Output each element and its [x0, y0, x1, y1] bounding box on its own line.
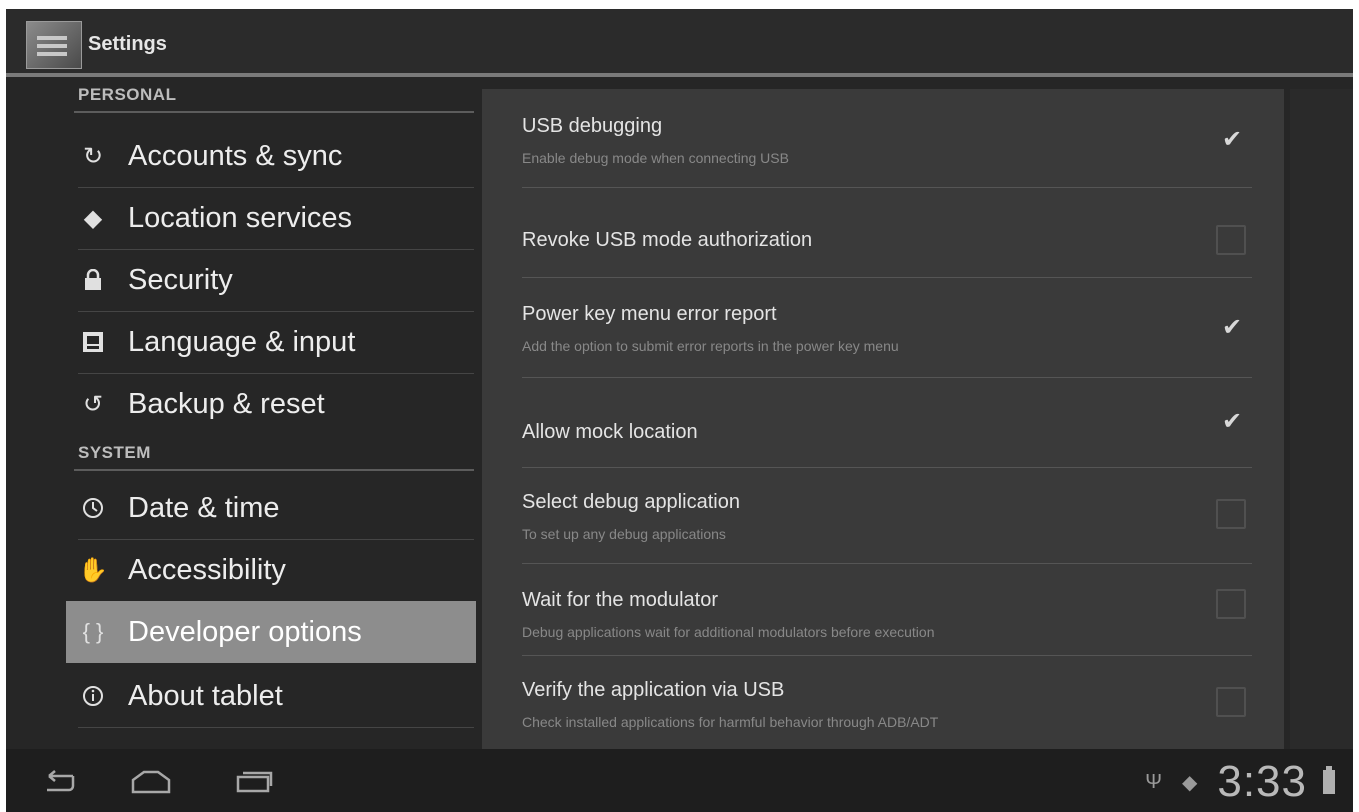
sidebar-item-accessibility[interactable]: ✋ Accessibility — [66, 539, 476, 601]
pref-usb-debugging[interactable]: USB debugging Enable debug mode when con… — [522, 115, 1252, 175]
pref-title: Revoke USB mode authorization — [522, 229, 813, 251]
pref-title: Verify the application via USB — [522, 679, 785, 701]
pref-title: Select debug application — [522, 491, 740, 513]
pref-divider — [522, 277, 1252, 278]
checkbox-power-key-error-report[interactable] — [1212, 309, 1252, 345]
info-icon — [78, 681, 108, 711]
checkbox-verify-app-via-usb[interactable] — [1216, 687, 1246, 717]
sidebar-item-developer-options[interactable]: { } Developer options — [66, 601, 476, 663]
sidebar-item-label: Backup & reset — [128, 387, 325, 420]
pref-title: Power key menu error report — [522, 303, 777, 325]
tablet-screen: Settings PERSONAL ↻ Accounts & sync ◆ Lo… — [6, 9, 1353, 812]
sidebar-item-label: Security — [128, 263, 233, 296]
section-header-system: SYSTEM — [78, 443, 151, 462]
sidebar-item-label: Language & input — [128, 325, 356, 358]
item-divider — [78, 727, 474, 728]
pref-allow-mock-location[interactable]: Allow mock location — [522, 399, 1252, 459]
debug-icon: ◆ — [1181, 771, 1198, 794]
section-divider — [74, 469, 474, 471]
location-icon: ◆ — [83, 204, 103, 232]
sidebar-item-about-tablet[interactable]: About tablet — [66, 665, 476, 727]
sidebar-item-label: About tablet — [128, 679, 283, 712]
sidebar-item-backup-reset[interactable]: ↺ Backup & reset — [66, 373, 476, 435]
pref-summary: Add the option to submit error reports i… — [522, 338, 899, 354]
sidebar-item-security[interactable]: Security — [66, 249, 476, 311]
sidebar-item-language-input[interactable]: Language & input — [66, 311, 476, 373]
sidebar-item-label: Accounts & sync — [128, 139, 343, 172]
sidebar-item-date-time[interactable]: Date & time — [66, 477, 476, 539]
sidebar-item-label: Date & time — [128, 491, 280, 524]
checkbox-allow-mock-location[interactable] — [1212, 403, 1252, 439]
pref-select-debug-app[interactable]: Select debug application To set up any d… — [522, 491, 1252, 551]
developer-options-pane: USB debugging Enable debug mode when con… — [482, 89, 1284, 753]
checkbox-revoke-usb-mode[interactable] — [1216, 225, 1246, 255]
pref-divider — [522, 377, 1252, 378]
keyboard-icon — [78, 327, 108, 357]
usb-icon: Ψ — [1145, 770, 1162, 793]
section-divider — [74, 111, 474, 113]
checkbox-usb-debugging[interactable] — [1212, 121, 1252, 157]
settings-sidebar: PERSONAL ↻ Accounts & sync ◆ Location se… — [6, 77, 478, 747]
settings-app-icon[interactable] — [26, 21, 82, 69]
pref-divider — [522, 187, 1252, 188]
status-area[interactable]: Ψ ◆ 3:33 — [1145, 757, 1335, 807]
clock-icon — [78, 493, 108, 523]
pref-summary: Debug applications wait for additional m… — [522, 624, 935, 640]
sync-icon: ↻ — [82, 142, 104, 170]
pref-divider — [522, 467, 1252, 468]
pane-edge — [1290, 89, 1353, 753]
pref-title: Allow mock location — [522, 421, 698, 443]
pref-title: USB debugging — [522, 115, 663, 137]
pref-power-key-error-report[interactable]: Power key menu error report Add the opti… — [522, 303, 1252, 363]
action-bar: Settings — [6, 9, 1353, 77]
sidebar-item-label: Accessibility — [128, 553, 286, 586]
pref-divider — [522, 563, 1252, 564]
pref-verify-app-via-usb[interactable]: Verify the application via USB Check ins… — [522, 679, 1252, 739]
pref-summary: To set up any debug applications — [522, 526, 726, 542]
checkbox-wait-for-modulator[interactable] — [1216, 589, 1246, 619]
system-bar: Ψ ◆ 3:33 — [6, 749, 1353, 812]
recent-apps-icon[interactable] — [232, 767, 278, 797]
sidebar-item-accounts-sync[interactable]: ↻ Accounts & sync — [66, 125, 476, 187]
pref-summary: Enable debug mode when connecting USB — [522, 150, 789, 166]
section-header-personal: PERSONAL — [78, 85, 177, 104]
status-clock: 3:33 — [1217, 757, 1307, 806]
pref-wait-for-modulator[interactable]: Wait for the modulator Debug application… — [522, 589, 1252, 649]
checkbox-select-debug-app[interactable] — [1216, 499, 1246, 529]
accessibility-icon: ✋ — [78, 556, 108, 584]
pref-title: Wait for the modulator — [522, 589, 719, 611]
lock-icon — [78, 265, 108, 295]
pref-summary: Check installed applications for harmful… — [522, 714, 939, 730]
app-title: Settings — [88, 33, 167, 55]
battery-icon — [1323, 766, 1335, 794]
sidebar-item-label: Developer options — [128, 615, 362, 648]
back-icon[interactable] — [36, 767, 82, 797]
pref-revoke-usb-mode[interactable]: Revoke USB mode authorization — [522, 205, 1252, 265]
pref-divider — [522, 655, 1252, 656]
sidebar-item-label: Location services — [128, 201, 353, 234]
sidebar-item-location-services[interactable]: ◆ Location services — [66, 187, 476, 249]
braces-icon: { } — [82, 619, 104, 644]
home-icon[interactable] — [128, 767, 174, 797]
backup-icon: ↺ — [82, 390, 104, 418]
